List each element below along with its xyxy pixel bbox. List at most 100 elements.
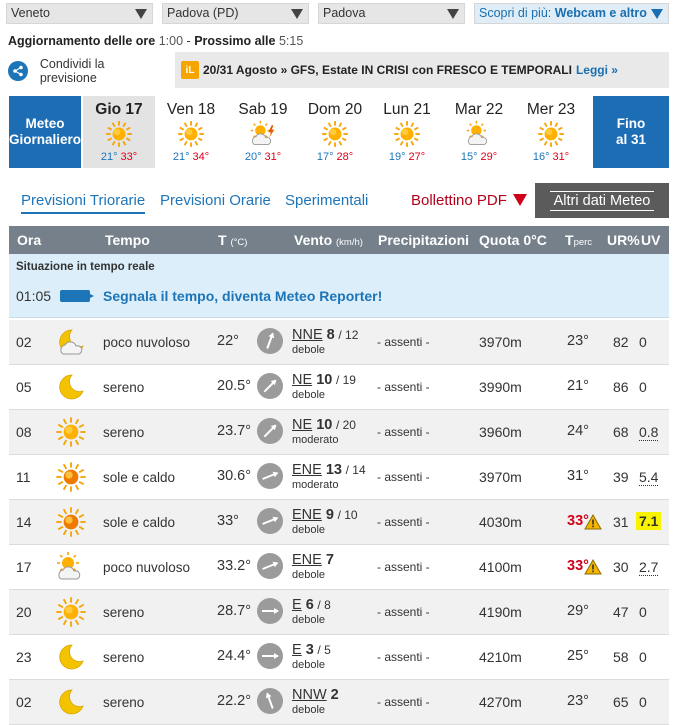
until-button-line2: al 31 bbox=[615, 132, 647, 147]
sun-icon bbox=[55, 596, 87, 628]
day-temps: 21° 33° bbox=[83, 151, 155, 163]
news-banner[interactable]: iL 20/31 Agosto » GFS, Estate IN CRISI c… bbox=[175, 52, 669, 88]
row-ur: 58 bbox=[613, 649, 629, 665]
col-tperc: Tperc bbox=[565, 232, 592, 248]
row-uv: 7.1 bbox=[636, 512, 662, 530]
col-vento-label: Vento bbox=[294, 232, 333, 248]
chevron-down-icon bbox=[447, 9, 459, 19]
col-quota: Quota 0°C bbox=[479, 232, 547, 248]
province-select[interactable]: Padova (PD) bbox=[162, 3, 309, 24]
wind-dir: NNW bbox=[292, 687, 327, 703]
bollettino-pdf-button[interactable]: Bollettino PDF bbox=[411, 192, 527, 209]
share-forecast-button[interactable]: Condividi la previsione bbox=[8, 56, 164, 86]
day-max: 27° bbox=[408, 151, 426, 163]
row-wind: NNW 2 debole bbox=[292, 687, 339, 718]
wind-dir: ENE bbox=[292, 507, 322, 523]
region-select[interactable]: Veneto bbox=[6, 3, 153, 24]
discover-prefix: Scopri di più: bbox=[479, 6, 552, 20]
news-read-more-link[interactable]: Leggi » bbox=[576, 63, 618, 77]
day-name: Mer 23 bbox=[526, 101, 576, 118]
day-temps: 17° 28° bbox=[299, 151, 371, 163]
moon-icon bbox=[55, 371, 87, 403]
day-3[interactable]: Dom 20 17° 28° bbox=[299, 96, 371, 168]
day-max: 31° bbox=[264, 151, 282, 163]
day-min: 21° bbox=[172, 151, 190, 163]
region-select-value: Veneto bbox=[11, 6, 50, 20]
day-temps: 15° 29° bbox=[443, 151, 515, 163]
chevron-down-icon bbox=[651, 9, 663, 19]
row-quota: 4190m bbox=[479, 604, 522, 620]
day-0[interactable]: Gio 17 21° 33° bbox=[83, 96, 155, 168]
day-4[interactable]: Lun 21 19° 27° bbox=[371, 96, 443, 168]
wind-dir: E bbox=[292, 597, 302, 613]
row-temp: 24.4° bbox=[217, 648, 252, 664]
discover-more-select[interactable]: Scopri di più: Webcam e altro bbox=[474, 3, 669, 24]
row-uv: 5.4 bbox=[639, 469, 659, 486]
row-ur: 86 bbox=[613, 379, 629, 395]
wind-speed: 9 bbox=[325, 507, 334, 523]
hot-sun-icon bbox=[55, 461, 87, 493]
row-ora: 02 bbox=[16, 694, 32, 710]
row-desc: sereno bbox=[103, 650, 145, 665]
row-desc: sole e caldo bbox=[103, 470, 176, 485]
row-wind: ENE 13 / 14 moderato bbox=[292, 462, 366, 493]
row-tperc: 29° bbox=[567, 603, 589, 619]
day-5[interactable]: Mar 22 15° 29° bbox=[443, 96, 515, 168]
row-uv: 2.7 bbox=[639, 559, 659, 576]
day-max: 31° bbox=[552, 151, 570, 163]
table-row: 11 sole e caldo 30.6° ENE 13 / 14 modera… bbox=[9, 455, 669, 500]
table-row: 17 poco nuvoloso 33.2° ENE 7 debole - as… bbox=[9, 545, 669, 590]
col-t-label: T bbox=[218, 232, 227, 248]
chevron-down-icon bbox=[135, 9, 147, 19]
wind-gust: / 8 bbox=[317, 598, 331, 612]
row-ur: 65 bbox=[613, 694, 629, 710]
meteo-reporter-link[interactable]: Segnala il tempo, diventa Meteo Reporter… bbox=[103, 288, 382, 304]
row-wind: ENE 7 debole bbox=[292, 552, 334, 583]
wind-gust: / 14 bbox=[345, 463, 366, 477]
until-31-button[interactable]: Fino al 31 bbox=[593, 96, 669, 168]
wind-direction-icon bbox=[257, 463, 283, 489]
altri-dati-meteo-button[interactable]: Altri dati Meteo bbox=[535, 183, 669, 218]
col-vento: Vento (km/h) bbox=[294, 232, 363, 248]
row-tperc: 23° bbox=[567, 693, 589, 709]
table-row: 23 sereno 24.4° E 3 / 5 debole - assenti… bbox=[9, 635, 669, 680]
day-1[interactable]: Ven 18 21° 34° bbox=[155, 96, 227, 168]
row-precipitation: - assenti - bbox=[377, 605, 430, 619]
wind-direction-icon bbox=[257, 598, 283, 624]
day-min: 16° bbox=[532, 151, 550, 163]
row-temp: 20.5° bbox=[217, 378, 252, 394]
day-2[interactable]: Sab 19 20° 31° bbox=[227, 96, 299, 168]
row-ora: 05 bbox=[16, 379, 32, 395]
row-ur: 47 bbox=[613, 604, 629, 620]
table-row: 05 sereno 20.5° NE 10 / 19 debole - asse… bbox=[9, 365, 669, 410]
row-ora: 17 bbox=[16, 559, 32, 575]
realtime-title: Situazione in tempo reale bbox=[16, 261, 155, 273]
row-wind: E 6 / 8 debole bbox=[292, 597, 331, 628]
row-temp: 33° bbox=[217, 513, 239, 529]
tab-previsioni-orarie[interactable]: Previsioni Orarie bbox=[160, 192, 271, 209]
report-flag-icon bbox=[60, 290, 94, 302]
row-quota: 4030m bbox=[479, 514, 522, 530]
wind-strength: debole bbox=[292, 524, 326, 536]
moon-icon bbox=[55, 686, 87, 718]
col-uv: UV bbox=[641, 232, 661, 248]
city-select[interactable]: Padova bbox=[318, 3, 465, 24]
row-ur: 68 bbox=[613, 424, 629, 440]
wind-gust: / 19 bbox=[335, 373, 356, 387]
daily-forecast-button[interactable]: Meteo Giornaliero bbox=[9, 96, 81, 168]
share-icon bbox=[8, 61, 28, 81]
wind-strength: debole bbox=[292, 344, 326, 356]
update-info: Aggiornamento delle ore 1:00 - Prossimo … bbox=[8, 34, 303, 48]
wind-speed: 8 bbox=[326, 327, 335, 343]
row-temp: 33.2° bbox=[217, 558, 252, 574]
row-temp: 22° bbox=[217, 333, 239, 349]
col-tperc-sub: perc bbox=[573, 237, 593, 248]
wind-strength: debole bbox=[292, 389, 326, 401]
tab-previsioni-triorarie[interactable]: Previsioni Triorarie bbox=[21, 192, 146, 214]
row-tperc: 24° bbox=[567, 423, 589, 439]
province-select-value: Padova (PD) bbox=[167, 6, 239, 20]
tab-sperimentali[interactable]: Sperimentali bbox=[285, 192, 368, 209]
wind-speed: 10 bbox=[316, 372, 333, 388]
day-6[interactable]: Mer 23 16° 31° bbox=[515, 96, 587, 168]
wind-strength: moderato bbox=[292, 479, 339, 491]
